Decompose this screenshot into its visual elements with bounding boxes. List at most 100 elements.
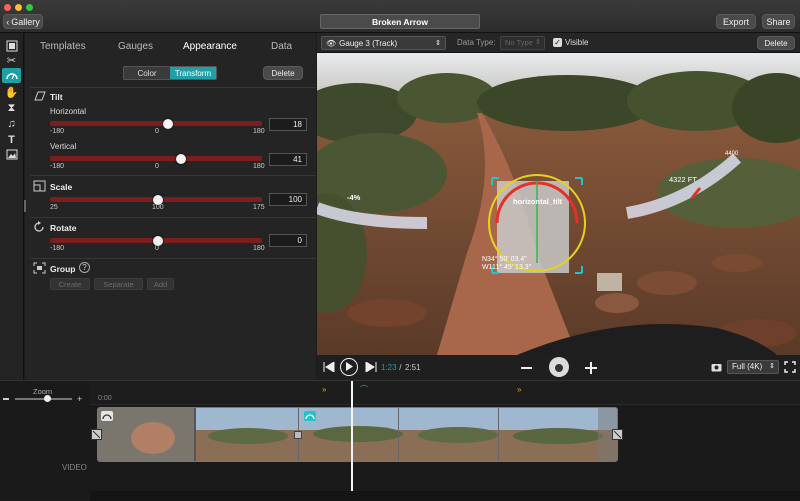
video-track-label: VIDEO	[62, 463, 87, 472]
timeline: Zoom + 0:00 » ⌒ » VIDEO	[0, 380, 800, 501]
eye-icon: 👁	[326, 38, 337, 48]
export-button[interactable]: Export	[716, 14, 756, 29]
skip-forward-icon[interactable]	[365, 362, 377, 372]
tool-bar: ✂ ✋ ⧗ ♫ T	[0, 33, 24, 380]
delete-gauge-button[interactable]: Delete	[263, 66, 303, 80]
left-gauge-value: -4%	[347, 193, 361, 202]
image-icon[interactable]	[2, 147, 21, 162]
gauge-icon[interactable]	[2, 68, 21, 83]
chevron-updown-icon: ⇕	[769, 363, 775, 370]
split-marker-icon[interactable]	[294, 431, 302, 439]
hourglass-icon[interactable]: ⧗	[2, 101, 21, 116]
tab-templates[interactable]: Templates	[40, 41, 86, 52]
scale-icon	[33, 180, 46, 192]
scale-max-label: 175	[253, 204, 265, 211]
zoom-out-icon[interactable]	[521, 367, 532, 369]
create-group-button[interactable]: Create	[50, 278, 90, 290]
scale-value-field[interactable]: 100	[269, 193, 307, 206]
music-icon[interactable]: ♫	[2, 116, 21, 131]
delete-button[interactable]: Delete	[757, 36, 795, 50]
center-view-button[interactable]	[549, 357, 569, 377]
marker-icon[interactable]: »	[322, 385, 326, 394]
fullscreen-icon[interactable]	[784, 361, 796, 373]
chevron-updown-icon: ⇕	[435, 40, 441, 47]
gauge-overlay-label: horizontal_tilt	[513, 197, 563, 206]
zoom-in-icon[interactable]	[585, 362, 597, 374]
video-clip[interactable]	[97, 407, 618, 462]
marker-icon[interactable]: »	[517, 385, 521, 394]
vertical-label: Vertical	[50, 142, 77, 151]
playback-controls: 1:23 / 2:51 Full (4K) ⇕	[317, 355, 800, 380]
subtab-transform[interactable]: Transform	[170, 67, 216, 79]
chevron-left-icon: ‹	[6, 16, 10, 27]
clip-gauge-icon[interactable]	[101, 411, 113, 421]
vertical-slider-knob[interactable]	[176, 154, 186, 164]
appearance-segmented-control: Color Transform	[123, 66, 217, 80]
play-icon	[346, 362, 353, 371]
close-window-button[interactable]	[4, 4, 11, 11]
rotate-max-label: 180	[253, 245, 265, 252]
minimize-window-button[interactable]	[15, 4, 22, 11]
horizontal-value-field[interactable]: 18	[269, 118, 307, 131]
tab-data[interactable]: Data	[271, 41, 292, 52]
camera-icon[interactable]	[711, 362, 722, 372]
title-bar: ‹ Gallery Broken Arrow Export Share	[0, 0, 800, 33]
inspector-panel: Templates Gauges Appearance Data Color T…	[25, 33, 316, 380]
film-icon[interactable]	[2, 38, 21, 53]
scissors-icon[interactable]: ✂	[2, 53, 21, 68]
rotate-mid-label: 0	[155, 245, 159, 252]
trim-start-handle[interactable]	[91, 429, 102, 440]
panel-resize-handle[interactable]	[24, 200, 26, 212]
divider	[30, 175, 316, 176]
scale-min-label: 25	[50, 204, 58, 211]
share-button[interactable]: Share	[762, 14, 795, 29]
gauge-marker-icon[interactable]: ⌒	[360, 384, 368, 395]
horizontal-slider-track[interactable]	[50, 121, 262, 126]
play-button[interactable]	[340, 358, 358, 376]
divider	[30, 87, 316, 88]
separate-group-button[interactable]: Separate	[94, 278, 143, 290]
scale-title: Scale	[50, 182, 73, 192]
text-icon[interactable]: T	[2, 132, 21, 147]
help-icon[interactable]: ?	[79, 262, 90, 273]
hand-icon[interactable]: ✋	[2, 85, 21, 100]
viewer-toolbar: 👁 Gauge 3 (Track) ⇕ Data Type: No Type ⇕…	[317, 33, 800, 53]
skip-back-icon[interactable]	[323, 362, 335, 372]
rotate-value-field[interactable]: 0	[269, 234, 307, 247]
video-preview[interactable]: horizontal_tilt N34° 50' 03.4" W111° 45'…	[317, 53, 800, 355]
zoom-window-button[interactable]	[26, 4, 33, 11]
zoom-slider-knob[interactable]	[44, 395, 51, 402]
vertical-min-label: -180	[50, 163, 65, 170]
timeline-ruler[interactable]	[90, 381, 800, 405]
gauge-select[interactable]: 👁 Gauge 3 (Track) ⇕	[321, 36, 446, 50]
vertical-max-label: 180	[253, 163, 265, 170]
playhead[interactable]	[351, 381, 353, 493]
time-separator: /	[397, 363, 404, 372]
divider	[30, 258, 316, 259]
subtab-color[interactable]: Color	[124, 67, 170, 79]
gps-latitude: N34° 50' 03.4"	[482, 256, 527, 263]
quality-select[interactable]: Full (4K) ⇕	[727, 360, 779, 374]
target-icon	[555, 364, 563, 372]
project-title[interactable]: Broken Arrow	[320, 14, 480, 29]
data-type-label: Data Type:	[457, 38, 496, 47]
visible-checkbox[interactable]: ✓	[553, 38, 562, 47]
horizontal-label: Horizontal	[50, 107, 87, 116]
vertical-slider-track[interactable]	[50, 156, 262, 161]
zoom-minus-icon[interactable]	[3, 398, 9, 400]
tab-gauges[interactable]: Gauges	[118, 41, 153, 52]
visible-label: Visible	[565, 38, 589, 47]
group-title: Group	[50, 264, 76, 274]
zoom-plus-icon[interactable]: +	[77, 394, 82, 404]
add-to-group-button[interactable]: Add	[147, 278, 174, 290]
gallery-button[interactable]: ‹ Gallery	[3, 14, 43, 29]
data-type-select[interactable]: No Type ⇕	[500, 36, 545, 50]
vertical-mid-label: 0	[155, 163, 159, 170]
horizontal-slider-knob[interactable]	[163, 119, 173, 129]
gauge-keyframe-icon[interactable]	[304, 411, 316, 421]
tab-appearance[interactable]: Appearance	[183, 41, 237, 52]
vertical-value-field[interactable]: 41	[269, 153, 307, 166]
rotate-icon	[34, 221, 44, 232]
rotate-min-label: -180	[50, 245, 65, 252]
trim-end-handle[interactable]	[612, 429, 623, 440]
